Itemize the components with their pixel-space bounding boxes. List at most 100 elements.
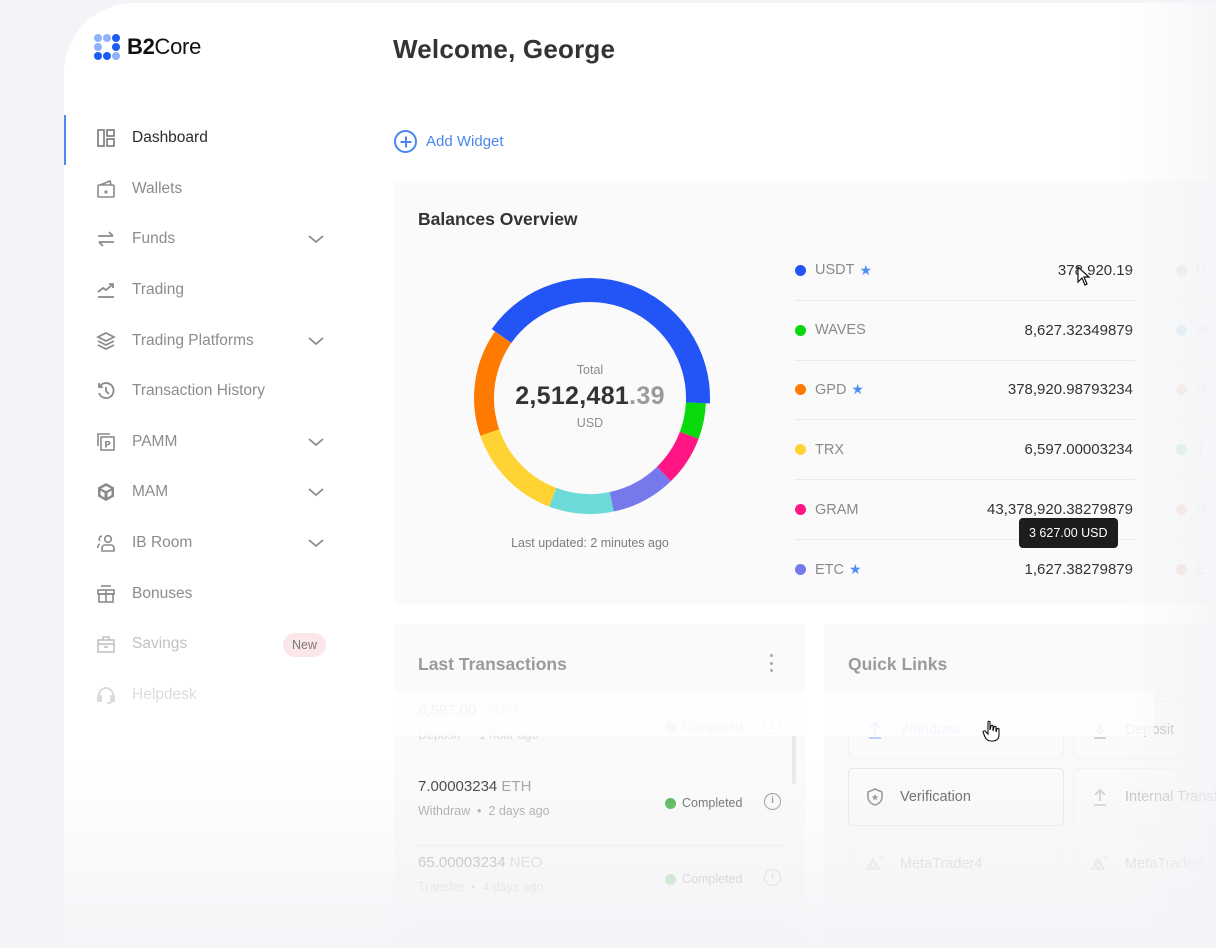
asset-color-dot xyxy=(1176,324,1187,336)
quick-link-label: MetaTrader5 xyxy=(1125,856,1208,872)
sidebar-item-label: Bonuses xyxy=(132,584,193,602)
quick-link-label: Deposit xyxy=(1125,722,1175,738)
metatrader4-icon: 4 xyxy=(865,854,885,874)
transaction-row[interactable]: 65.00003234 NEO Transfer • 4 days ago Comp… xyxy=(418,846,781,922)
quick-link-metatrader5[interactable]: 5 MetaTrader5 xyxy=(1073,835,1216,893)
sidebar-item-transaction-history[interactable]: Transaction History xyxy=(64,366,344,417)
asset-color-dot xyxy=(1176,504,1187,516)
headset-icon xyxy=(96,685,116,705)
balance-row[interactable]: G xyxy=(1176,361,1216,421)
asset-color-dot xyxy=(795,564,806,576)
layers-icon xyxy=(96,331,116,351)
balance-row[interactable]: E xyxy=(1176,540,1216,600)
sidebar-item-savings[interactable]: Savings New xyxy=(64,619,344,670)
metatrader5-icon: 5 xyxy=(1090,854,1110,874)
more-options-icon[interactable] xyxy=(769,654,773,672)
balance-row[interactable]: GPD ★ 378,920.98793234 xyxy=(795,361,1135,421)
briefcase-icon xyxy=(96,634,116,654)
balance-row[interactable]: T xyxy=(1176,420,1216,481)
info-icon[interactable]: i xyxy=(764,869,781,886)
chevron-down-icon[interactable] xyxy=(306,533,326,553)
add-widget-button[interactable]: Add Widget xyxy=(394,130,504,153)
sidebar-item-trading-platforms[interactable]: Trading Platforms xyxy=(64,315,344,366)
star-icon[interactable]: ★ xyxy=(849,561,862,578)
total-currency: USD xyxy=(576,416,604,430)
sidebar-item-label: Trading Platforms xyxy=(132,331,254,349)
plus-circle-icon xyxy=(394,130,417,153)
sidebar-item-trading[interactable]: Trading xyxy=(64,265,344,316)
download-icon xyxy=(1090,720,1110,740)
hand-cursor-icon xyxy=(982,720,1000,742)
chevron-down-icon[interactable] xyxy=(306,331,326,351)
users-icon xyxy=(96,533,116,553)
upload-icon xyxy=(865,720,885,740)
balances-donut-chart: Total 2,512,481.39 USD xyxy=(468,276,712,520)
balances-overview-card: Balances Overview Total 2,512,481.39 USD… xyxy=(394,181,1216,604)
chevron-down-icon[interactable] xyxy=(306,432,326,452)
quick-link-withdraw[interactable]: Withdraw › xyxy=(848,701,1064,759)
star-icon[interactable]: ★ xyxy=(851,381,864,398)
transactions-list: 6,597.00 USDT Deposit • 1 hour ago Complet… xyxy=(418,694,781,922)
asset-color-dot xyxy=(1176,444,1187,456)
quick-link-internal-transfer[interactable]: Internal Transfer xyxy=(1073,768,1216,826)
sidebar-item-funds[interactable]: Funds xyxy=(64,214,344,265)
last-transactions-card: Last Transactions 6,597.00 USDT Deposit •… xyxy=(394,624,805,944)
sidebar-item-ib-room[interactable]: IB Room xyxy=(64,518,344,569)
sidebar-item-helpdesk[interactable]: Helpdesk xyxy=(64,670,344,721)
svg-text:5: 5 xyxy=(1104,855,1108,863)
star-icon[interactable]: ★ xyxy=(859,262,872,279)
status-badge: Completed xyxy=(665,720,742,734)
svg-text:4: 4 xyxy=(879,855,884,863)
status-dot-icon xyxy=(665,873,676,885)
card-title: Quick Links xyxy=(848,654,948,674)
total-amount: 2,512,481.39 xyxy=(515,382,665,410)
transaction-amount: 7.00003234 ETH xyxy=(418,778,532,795)
last-updated: Last updated: 2 minutes ago xyxy=(511,536,669,550)
scrollbar[interactable] xyxy=(792,732,796,784)
sidebar-item-wallets[interactable]: Wallets xyxy=(64,164,344,215)
balance-row[interactable]: G xyxy=(1176,480,1216,540)
balance-row[interactable]: ETC ★ 1,627.38279879 xyxy=(795,540,1135,600)
chevron-down-icon[interactable] xyxy=(306,482,326,502)
mouse-cursor-icon xyxy=(1077,266,1091,286)
asset-color-dot xyxy=(1176,264,1187,276)
asset-name: U xyxy=(1196,262,1207,279)
new-badge: New xyxy=(283,632,327,657)
sidebar-item-pamm[interactable]: P PAMM xyxy=(64,417,344,468)
balance-row[interactable]: W xyxy=(1176,301,1216,361)
transaction-row[interactable]: 6,597.00 USDT Deposit • 1 hour ago Complet… xyxy=(418,694,781,770)
asset-balance: 43,378,920.38279879 xyxy=(987,501,1133,519)
sidebar-item-mam[interactable]: MAM xyxy=(64,467,344,518)
asset-balance: 378,920.19 xyxy=(1057,261,1133,279)
asset-name: G xyxy=(1196,501,1208,518)
info-icon[interactable]: i xyxy=(764,717,781,734)
status-badge: Completed xyxy=(665,796,742,810)
asset-name: ETC xyxy=(815,561,844,578)
quick-link-deposit[interactable]: Deposit xyxy=(1073,701,1216,759)
sidebar-item-dashboard[interactable]: Dashboard xyxy=(64,113,344,165)
arrow-up-icon xyxy=(1090,787,1110,807)
app-window: B2Core Dashboard Wallets Funds Trading T… xyxy=(64,3,1216,948)
asset-name: TRX xyxy=(815,441,844,458)
balance-row[interactable]: WAVES 8,627.32349879 xyxy=(795,301,1135,361)
transaction-row[interactable]: 7.00003234 ETH Withdraw • 2 days ago Compl… xyxy=(418,770,781,846)
asset-name: USDT xyxy=(815,262,855,279)
history-icon xyxy=(96,381,116,401)
sidebar-item-bonuses[interactable]: Bonuses xyxy=(64,568,344,619)
transfer-arrows-icon xyxy=(96,229,116,249)
asset-color-dot xyxy=(795,324,806,336)
chevron-down-icon[interactable] xyxy=(306,229,326,249)
status-dot-icon xyxy=(665,797,676,809)
transaction-amount: 6,597.00 USDT xyxy=(418,702,522,719)
quick-link-verification[interactable]: Verification xyxy=(848,768,1064,826)
pamm-icon: P xyxy=(96,432,116,452)
sidebar-item-label: Dashboard xyxy=(132,129,208,147)
quick-link-metatrader4[interactable]: 4 MetaTrader4 xyxy=(848,835,1064,893)
trend-chart-icon xyxy=(96,280,116,300)
sidebar-item-label: Trading xyxy=(132,281,184,299)
balance-row[interactable]: U xyxy=(1176,241,1216,301)
asset-name: W xyxy=(1196,322,1210,339)
balance-row[interactable]: TRX 6,597.00003234 xyxy=(795,420,1135,481)
brand-logo[interactable]: B2Core xyxy=(94,34,201,60)
info-icon[interactable]: i xyxy=(764,793,781,810)
